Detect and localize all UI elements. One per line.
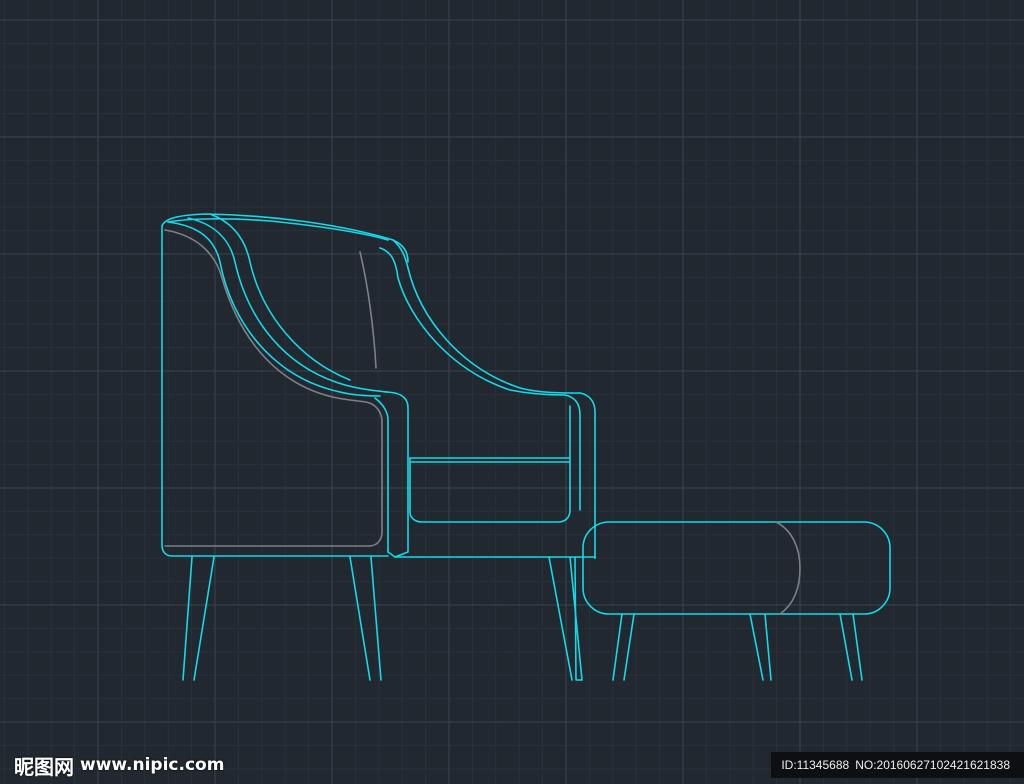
image-id-strip: ID:11345688 NO:20160627102421621838 [771,752,1024,778]
ottoman-leg-left [612,613,635,681]
cad-canvas: 昵图网 www.nipic.com ID:11345688 NO:2016062… [0,0,1024,784]
chair-back-grey [359,251,377,369]
ottoman-body [582,521,891,615]
chair-arm-curve-2 [187,217,389,393]
image-no-text: NO:20160627102421621838 [855,758,1010,772]
seat-cushion [409,405,571,523]
chair-outer-left [161,225,173,557]
chair-arm-curve-1 [167,221,381,397]
watermark-logo: 昵图网 www.nipic.com [14,751,224,779]
chair-inner-back-2 [392,239,581,394]
cad-grid [0,0,1024,784]
chair-right-arm [564,394,581,511]
watermark-logo-text: 昵图网 [14,754,74,779]
cad-drawing [0,0,1024,784]
ottoman-leg-right [839,613,863,681]
ottoman-cushion-grey [775,521,801,615]
armchair-elevation [161,213,891,681]
chair-leg-front-mid [349,556,382,681]
chair-leg-front-left [182,556,215,681]
image-id-text: ID:11345688 [781,758,850,772]
watermark-url: www.nipic.com [80,755,225,775]
